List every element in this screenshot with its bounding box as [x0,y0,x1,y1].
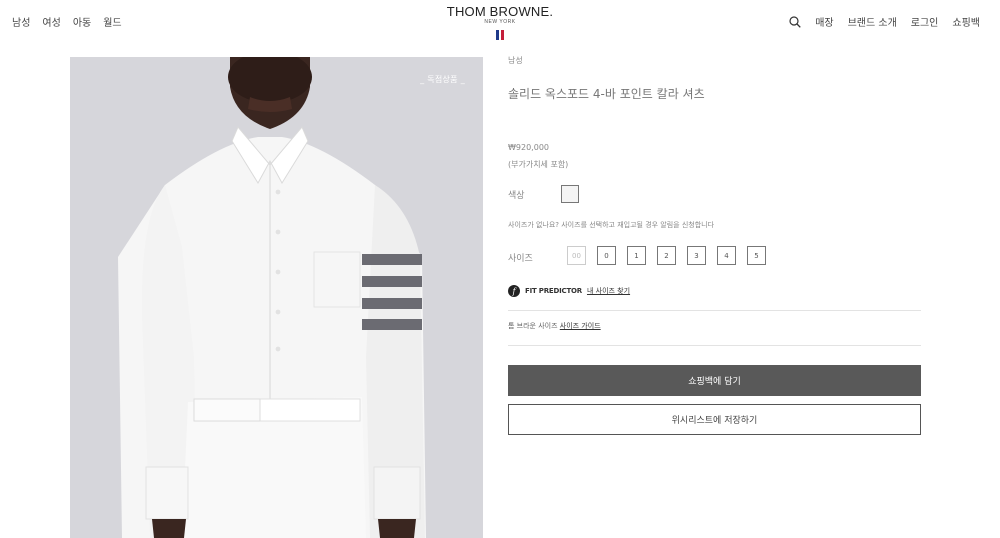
size-option[interactable]: 0 [597,246,616,265]
size-option[interactable]: 4 [717,246,736,265]
exclusive-tag: _ 독점상품 _ [420,75,465,84]
add-to-bag-button[interactable]: 쇼핑백에 담기 [508,365,921,396]
fit-predictor: f FIT PREDICTOR 내 사이즈 찾기 [508,285,630,297]
nav-shopping-bag[interactable]: 쇼핑백 [952,14,980,29]
size-selector: 00 0 1 2 3 4 5 [567,246,766,265]
color-label: 색상 [508,191,525,201]
fit-predictor-icon: f [508,285,520,297]
nav-about[interactable]: 브랜드 소개 [848,14,897,29]
product-image[interactable]: _ 독점상품 _ [70,57,483,538]
size-option[interactable]: 3 [687,246,706,265]
find-my-size-link[interactable]: 내 사이즈 찾기 [587,286,630,296]
divider [508,345,921,346]
size-option[interactable]: 00 [567,246,586,265]
product-title: 솔리드 옥스포드 4-바 포인트 칼라 셔츠 [508,87,705,101]
size-guide-link[interactable]: 사이즈 가이드 [560,322,601,330]
add-to-wishlist-button[interactable]: 위시리스트에 저장하기 [508,404,921,435]
size-option[interactable]: 1 [627,246,646,265]
color-swatch-white[interactable] [561,185,579,203]
search-icon[interactable] [789,15,801,28]
breadcrumb-category[interactable]: 남성 [508,55,523,66]
nav-login[interactable]: 로그인 [911,14,939,29]
site-header: 남성 여성 아동 월드 THOM BROWNE. NEW YORK 매장 브랜드… [0,0,1000,50]
size-option[interactable]: 5 [747,246,766,265]
utility-nav: 매장 브랜드 소개 로그인 쇼핑백 [789,14,980,29]
size-restock-notice: 사이즈가 없나요? 사이즈를 선택하고 재입고될 경우 알림을 신청합니다 [508,221,715,229]
size-label: 사이즈 [508,254,533,264]
size-option[interactable]: 2 [657,246,676,265]
divider [508,310,921,311]
fit-predictor-label: FIT PREDICTOR [525,287,582,295]
product-price: ₩920,000 [508,143,549,152]
tricolor-flag-icon [496,30,504,40]
shirt-illustration [118,57,426,538]
vat-note: (부가가치세 포함) [508,160,569,169]
nav-stores[interactable]: 매장 [815,14,833,29]
size-guide-prefix: 톰 브라운 사이즈 [508,322,558,330]
size-guide-row: 톰 브라운 사이즈 사이즈 가이드 [508,321,601,331]
